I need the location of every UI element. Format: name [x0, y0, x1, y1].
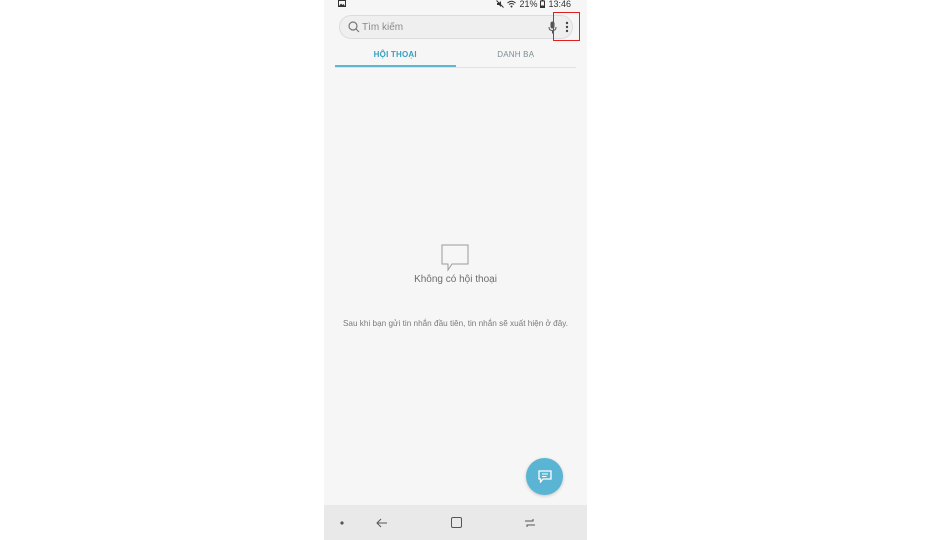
- wifi-icon: [507, 0, 517, 8]
- home-square-icon: [450, 517, 462, 528]
- recents-icon: [525, 518, 535, 527]
- phone-screen: 21% 13:46 HỘI THOẠI DANH BẠ: [324, 0, 587, 540]
- search-input[interactable]: [362, 19, 522, 35]
- nav-dot-button[interactable]: [336, 505, 348, 540]
- navigation-bar: [324, 505, 587, 540]
- status-right: 21% 13:46: [496, 0, 571, 9]
- empty-state-description: Sau khi bạn gửi tin nhắn đầu tiên, tin n…: [342, 319, 569, 328]
- tab-bar: HỘI THOẠI DANH BẠ: [335, 45, 576, 68]
- compose-message-button[interactable]: [526, 458, 563, 495]
- status-bar: 21% 13:46: [324, 0, 587, 10]
- search-icon: [348, 21, 360, 33]
- tab-conversations[interactable]: HỘI THOẠI: [335, 45, 456, 67]
- nav-home-button[interactable]: [446, 505, 466, 540]
- dot-icon: [340, 520, 344, 525]
- mute-icon: [496, 0, 505, 8]
- nav-back-button[interactable]: [372, 505, 392, 540]
- more-vertical-icon: [565, 21, 568, 32]
- battery-icon: [540, 0, 546, 8]
- battery-percent: 21%: [519, 0, 538, 9]
- chat-bubble-icon: [441, 244, 469, 272]
- clock: 13:46: [548, 0, 571, 9]
- gallery-icon: [338, 0, 346, 7]
- back-arrow-icon: [376, 518, 387, 527]
- search-bar[interactable]: [339, 15, 573, 39]
- more-options-button[interactable]: [553, 12, 580, 41]
- tab-contacts[interactable]: DANH BẠ: [456, 45, 577, 67]
- compose-message-icon: [537, 470, 552, 483]
- empty-state-title: Không có hội thoại: [414, 274, 497, 285]
- nav-recents-button[interactable]: [520, 505, 540, 540]
